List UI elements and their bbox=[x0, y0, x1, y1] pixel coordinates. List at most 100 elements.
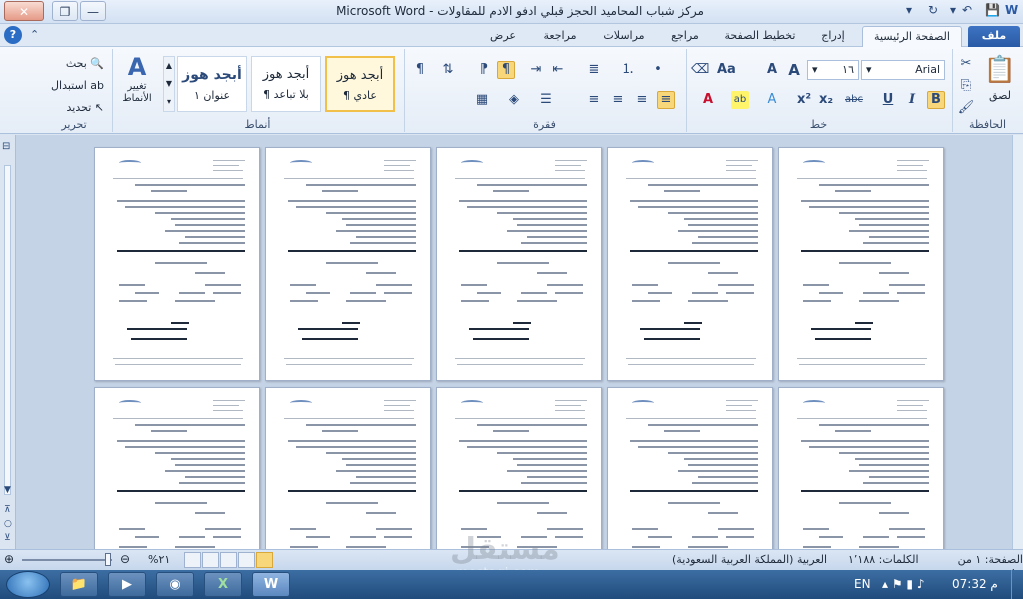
font-name-select[interactable]: ▾ Arial bbox=[861, 60, 945, 80]
minimize-ribbon-icon[interactable]: ⌃ bbox=[30, 28, 39, 41]
start-button[interactable] bbox=[6, 571, 50, 598]
media-player-taskbar-icon[interactable]: ▶ bbox=[108, 572, 146, 597]
draft-view-icon[interactable] bbox=[184, 552, 201, 568]
numbering-icon[interactable]: ⒈ bbox=[619, 61, 637, 79]
tab-review[interactable]: مراجعة bbox=[532, 26, 588, 47]
excel-taskbar-icon[interactable]: X bbox=[204, 572, 242, 597]
change-styles-button[interactable]: A تغيير الأنماط bbox=[117, 53, 157, 115]
style-heading1[interactable]: أبجد هوز عنوان ١ bbox=[177, 56, 247, 112]
change-case-icon[interactable]: Aa bbox=[717, 61, 736, 79]
customize-qat-icon[interactable]: ▾ bbox=[906, 3, 912, 17]
align-right-icon[interactable]: ≡ bbox=[657, 91, 675, 109]
select-button[interactable]: تحديد ↖ bbox=[44, 99, 105, 117]
language-indicator[interactable]: EN bbox=[854, 577, 871, 591]
zoom-in-icon[interactable]: ⊕ bbox=[4, 552, 14, 566]
word-logo-icon[interactable]: W bbox=[1005, 3, 1018, 17]
vertical-scrollbar[interactable] bbox=[1012, 135, 1023, 549]
cut-icon[interactable]: ✂ bbox=[957, 55, 975, 73]
page-thumbnail[interactable] bbox=[778, 147, 944, 381]
align-center-icon[interactable]: ≡ bbox=[609, 91, 627, 109]
redo-icon[interactable]: ↻ bbox=[928, 3, 938, 17]
undo-dropdown-icon[interactable]: ▾ bbox=[950, 3, 956, 17]
ltr-icon[interactable]: ⁋ bbox=[475, 61, 493, 79]
next-page-icon[interactable]: ⊻ bbox=[4, 533, 11, 543]
find-button[interactable]: بحث 🔍 bbox=[44, 55, 104, 73]
justify-icon[interactable]: ≡ bbox=[585, 91, 603, 109]
replace-button[interactable]: استبدال ab bbox=[44, 77, 104, 95]
clock[interactable]: 07:32 م bbox=[952, 577, 998, 591]
page-thumbnail[interactable] bbox=[778, 387, 944, 549]
explorer-taskbar-icon[interactable]: 📁 bbox=[60, 572, 98, 597]
tray-icons[interactable]: ▴ ⚑ ▮ ♪ bbox=[882, 577, 925, 591]
zoom-out-icon[interactable]: ⊖ bbox=[120, 552, 130, 566]
bullets-icon[interactable]: • bbox=[649, 61, 667, 79]
save-icon[interactable]: 💾 bbox=[985, 3, 1000, 17]
zoom-slider-thumb[interactable] bbox=[105, 553, 111, 566]
browse-object-icon[interactable]: ○ bbox=[4, 519, 12, 529]
align-left-icon[interactable]: ≡ bbox=[633, 91, 651, 109]
show-desktop-button[interactable] bbox=[1011, 570, 1021, 599]
borders-icon[interactable]: ▦ bbox=[473, 91, 491, 109]
page-thumbnail[interactable] bbox=[94, 387, 260, 549]
prev-page-icon[interactable]: ⊼ bbox=[4, 505, 11, 515]
subscript-button[interactable]: x₂ bbox=[817, 91, 835, 109]
web-layout-icon[interactable] bbox=[220, 552, 237, 568]
tab-insert[interactable]: إدراج bbox=[810, 26, 856, 47]
bold-button[interactable]: B bbox=[927, 91, 945, 109]
help-icon[interactable]: ? bbox=[4, 26, 22, 44]
print-layout-icon[interactable] bbox=[256, 552, 273, 568]
format-painter-icon[interactable]: 🖌 bbox=[957, 99, 975, 117]
tab-view[interactable]: عرض bbox=[478, 26, 528, 47]
superscript-button[interactable]: x² bbox=[795, 91, 813, 109]
undo-icon[interactable]: ↶ bbox=[962, 3, 972, 17]
restore-window-button[interactable]: ❐ bbox=[52, 1, 78, 21]
style-normal[interactable]: أبجد هوز ¶ عادي bbox=[325, 56, 395, 112]
language-status[interactable]: العربية (المملكة العربية السعودية) bbox=[672, 553, 827, 566]
clear-formatting-icon[interactable]: ⌫ bbox=[691, 61, 709, 79]
page-thumbnail[interactable] bbox=[265, 387, 431, 549]
tab-page-layout[interactable]: تخطيط الصفحة bbox=[714, 26, 806, 47]
styles-scroll[interactable]: ▲ ▼ ▾ bbox=[163, 56, 175, 112]
tab-references[interactable]: مراجع bbox=[660, 26, 710, 47]
shrink-font-icon[interactable]: A bbox=[763, 61, 781, 79]
shading-icon[interactable]: ◈ bbox=[505, 91, 523, 109]
italic-button[interactable]: I bbox=[903, 91, 921, 109]
show-marks-icon[interactable]: ¶ bbox=[411, 61, 429, 79]
zoom-level[interactable]: ٢١% bbox=[148, 553, 170, 566]
page-thumbnail[interactable] bbox=[436, 387, 602, 549]
scroll-down-arrow-icon[interactable]: ▼ bbox=[4, 485, 11, 495]
page-thumbnail[interactable] bbox=[436, 147, 602, 381]
outline-view-icon[interactable] bbox=[202, 552, 219, 568]
multilevel-list-icon[interactable]: ≣ bbox=[585, 61, 603, 79]
tab-file[interactable]: ملف bbox=[968, 26, 1020, 47]
rtl-icon[interactable]: ¶ bbox=[497, 61, 515, 79]
underline-button[interactable]: U bbox=[879, 91, 897, 109]
page-thumbnail[interactable] bbox=[607, 147, 773, 381]
word-taskbar-icon[interactable]: W bbox=[252, 572, 290, 597]
page-thumbnail[interactable] bbox=[94, 147, 260, 381]
highlight-icon[interactable]: ab bbox=[731, 91, 749, 109]
page-thumbnail[interactable] bbox=[607, 387, 773, 549]
increase-indent-icon[interactable]: ⇥ bbox=[527, 61, 545, 79]
document-canvas[interactable] bbox=[16, 135, 1012, 549]
text-effects-icon[interactable]: A bbox=[763, 91, 781, 109]
paste-button[interactable]: 📋 لصق bbox=[981, 53, 1019, 105]
grow-font-icon[interactable]: A bbox=[785, 61, 803, 79]
page-thumbnail[interactable] bbox=[265, 147, 431, 381]
strikethrough-button[interactable]: abc bbox=[843, 91, 865, 109]
line-spacing-icon[interactable]: ☰ bbox=[537, 91, 555, 109]
style-no-spacing[interactable]: أبجد هوز ¶ بلا تباعد bbox=[251, 56, 321, 112]
full-screen-icon[interactable] bbox=[238, 552, 255, 568]
close-window-button[interactable]: ✕ bbox=[4, 1, 44, 21]
tab-home[interactable]: الصفحة الرئيسية bbox=[862, 26, 962, 47]
ruler-toggle-icon[interactable]: ⊟ bbox=[2, 141, 10, 152]
font-size-select[interactable]: ▾ ١٦ bbox=[807, 60, 859, 80]
decrease-indent-icon[interactable]: ⇤ bbox=[549, 61, 567, 79]
minimize-window-button[interactable]: — bbox=[80, 1, 106, 21]
tab-mailings[interactable]: مراسلات bbox=[592, 26, 656, 47]
font-color-icon[interactable]: A bbox=[699, 91, 717, 109]
copy-icon[interactable]: ⎘ bbox=[957, 77, 975, 95]
chrome-taskbar-icon[interactable]: ◉ bbox=[156, 572, 194, 597]
zoom-slider[interactable] bbox=[22, 559, 112, 561]
sort-icon[interactable]: ⇅ bbox=[439, 61, 457, 79]
